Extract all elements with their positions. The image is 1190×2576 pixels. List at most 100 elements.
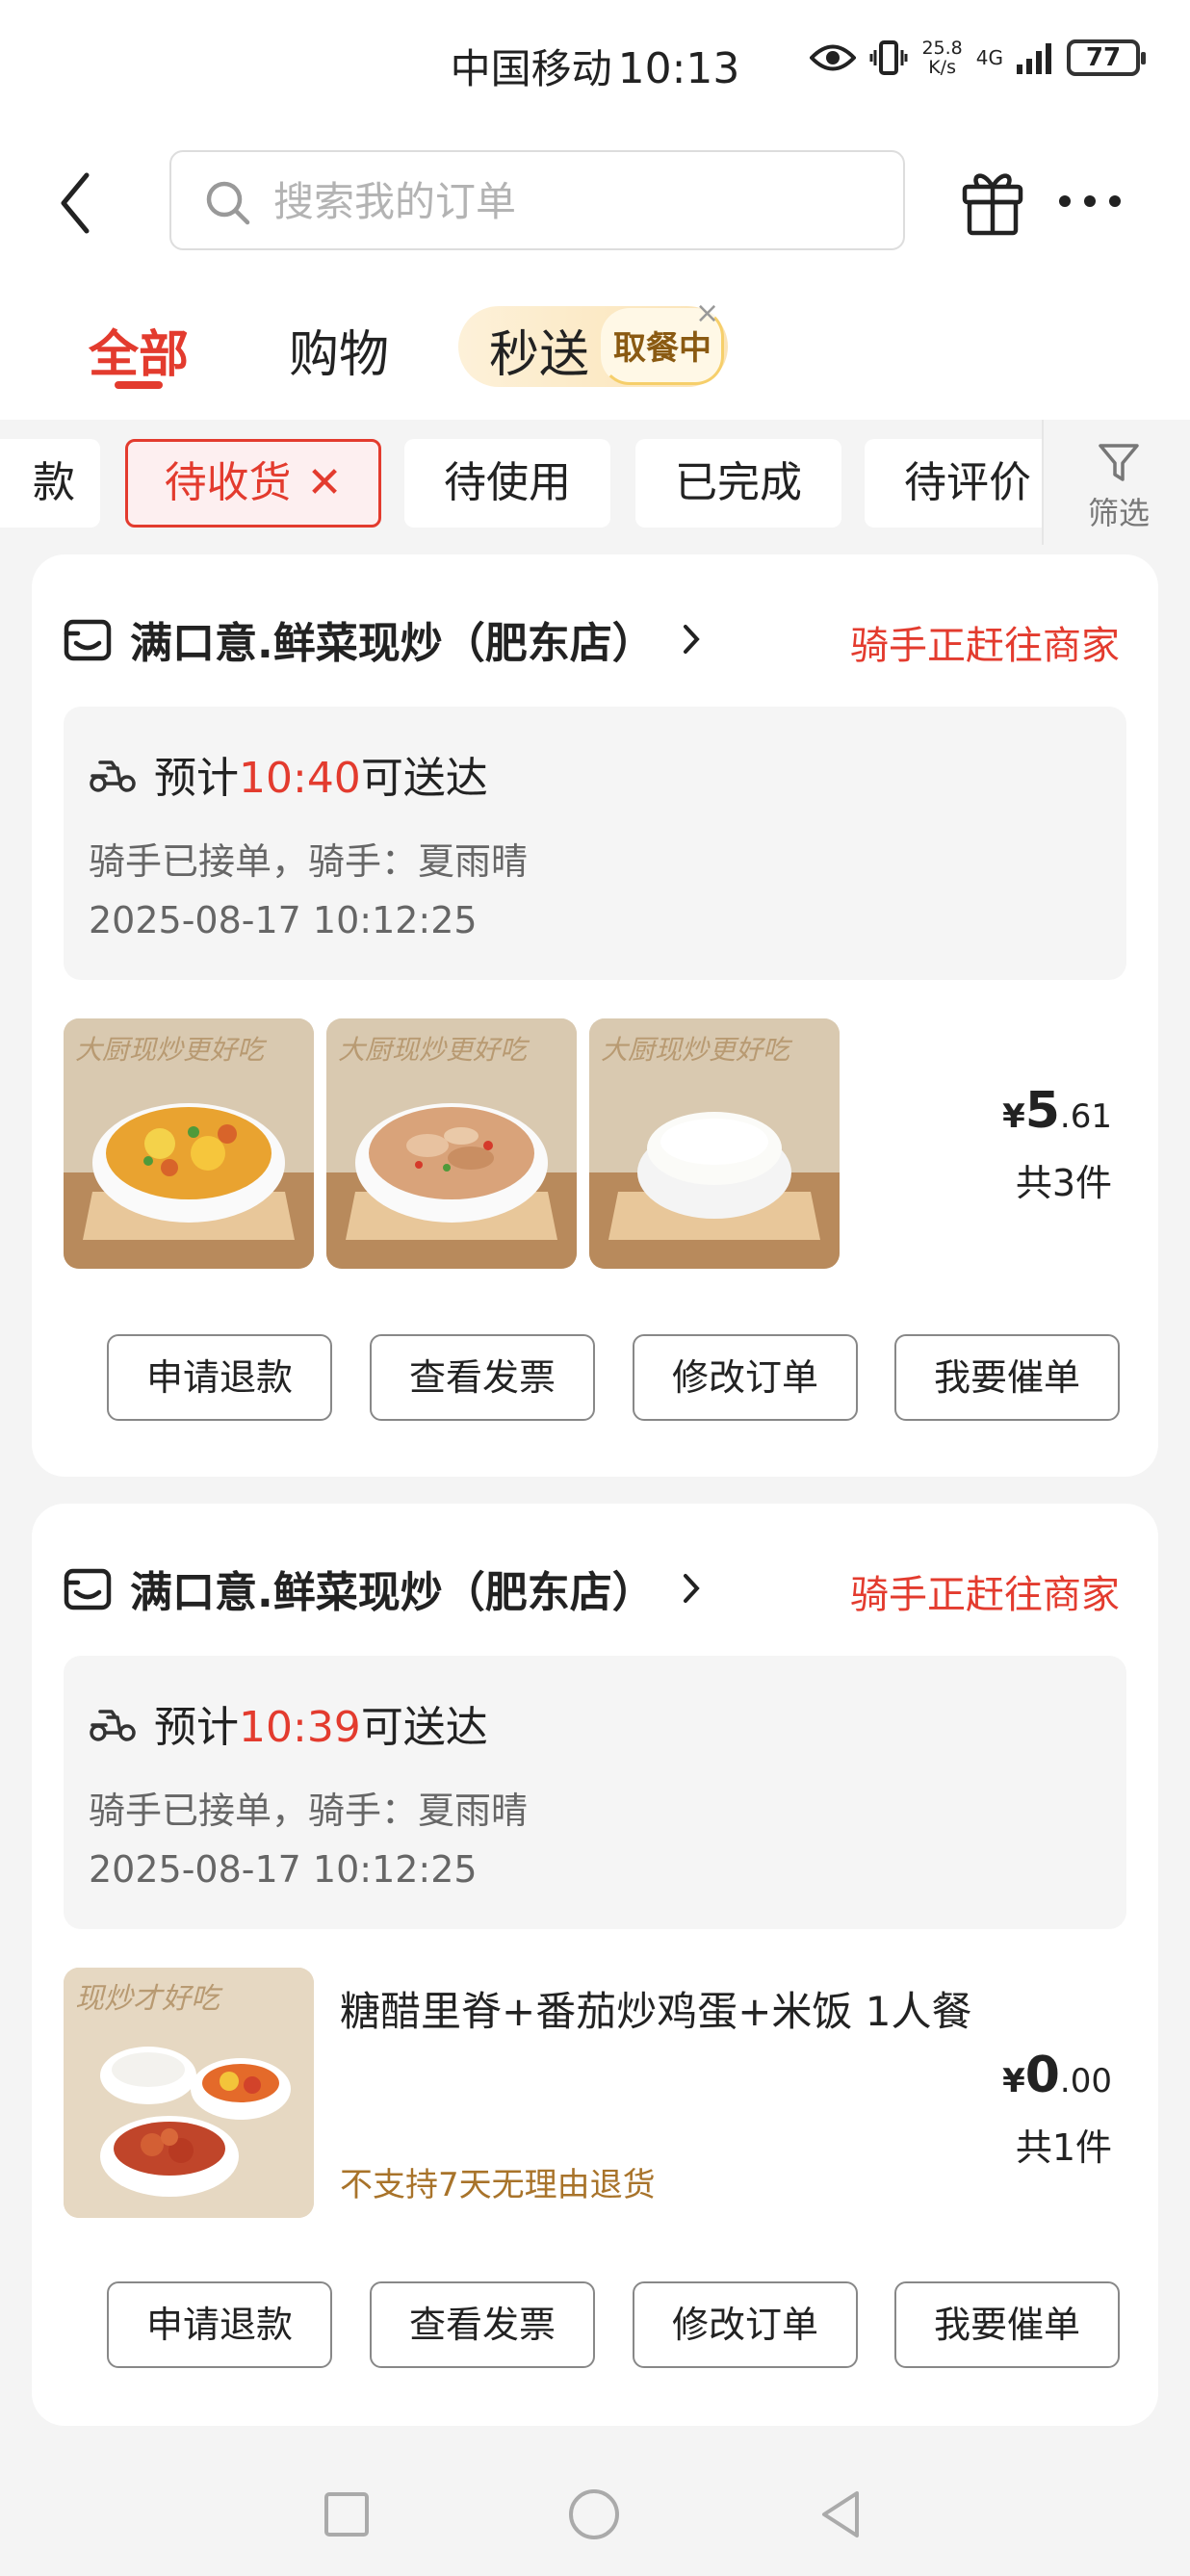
search-icon [206, 181, 250, 225]
product-thumbnail[interactable]: 大厨现炒更好吃 [64, 1018, 314, 1269]
price-decimal: .00 [1059, 2062, 1112, 2100]
filter-chip-to-use[interactable]: 待使用 [404, 439, 610, 528]
filter-label: 筛选 [1087, 495, 1150, 531]
price-amount: ¥5.61 [1002, 1082, 1112, 1140]
food-image-combo-meal: 现炒才好吃 [64, 1968, 314, 2218]
order-tabs: 全部 购物 秒送 取餐中 × [0, 275, 1190, 420]
filter-chip-completed[interactable]: 已完成 [635, 439, 841, 528]
eta-time: 10:39 [239, 1703, 361, 1752]
store-link[interactable]: 满口意.鲜菜现炒（肥东店） [63, 608, 701, 670]
filter-chip-to-review[interactable]: 待评价 [865, 439, 1071, 528]
order-status: 骑手正赶往商家 [850, 1573, 1120, 1617]
order-actions: 申请退款 查看发票 修改订单 我要催单 [107, 1334, 1120, 1423]
order-card[interactable]: 满口意.鲜菜现炒（肥东店） 骑手正赶往商家 预计10:39可送达 骑手已接单，骑… [32, 1504, 1158, 2426]
tab-flash-label: 秒送 [489, 326, 590, 384]
chevron-left-icon [61, 172, 90, 234]
eye-icon [810, 44, 857, 71]
order-actions: 申请退款 查看发票 修改订单 我要催单 [107, 2281, 1120, 2370]
gift-icon [962, 173, 1023, 236]
currency-symbol: ¥ [1002, 1097, 1025, 1136]
rider-info: 骑手已接单，骑手：夏雨晴 [89, 840, 529, 883]
order-card[interactable]: 满口意.鲜菜现炒（肥东店） 骑手正赶往商家 预计10:40可送达 骑手已接单，骑… [32, 554, 1158, 1477]
price-integer: 0 [1024, 2047, 1060, 2104]
rider-info: 骑手已接单，骑手：夏雨晴 [89, 1790, 529, 1832]
more-button[interactable] [1059, 187, 1136, 216]
product-title[interactable]: 糖醋里脊+番茄炒鸡蛋+米饭 1人餐 [340, 1987, 995, 2037]
network-type: 4G [975, 46, 1003, 69]
header [0, 131, 1190, 275]
item-count: 共3件 [1015, 1162, 1112, 1204]
order-price: ¥5.61 共3件 [1002, 1082, 1112, 1206]
signal-icon [1017, 43, 1051, 74]
product-thumbnail[interactable]: 大厨现炒更好吃 [326, 1018, 577, 1269]
clear-filter-icon[interactable]: ✕ [307, 458, 343, 507]
system-nav-bar [0, 2451, 1190, 2576]
more-dot [1084, 195, 1096, 207]
order-price: ¥0.00 共1件 [1002, 2047, 1112, 2171]
urge-order-button[interactable]: 我要催单 [894, 1334, 1120, 1421]
view-invoice-button[interactable]: 查看发票 [370, 1334, 595, 1421]
battery-indicator: 77 [1067, 39, 1146, 76]
product-thumbnail[interactable]: 大厨现炒更好吃 [589, 1018, 840, 1269]
net-speed-unit: K/s [928, 57, 956, 78]
tab-all[interactable]: 全部 [89, 314, 189, 386]
urge-order-button[interactable]: 我要催单 [894, 2281, 1120, 2368]
product-thumbnail[interactable]: 现炒才好吃 [64, 1968, 314, 2218]
order-status: 骑手正赶往商家 [850, 624, 1120, 668]
thumb-caption: 大厨现炒更好吃 [75, 1034, 268, 1066]
food-image-rice: 大厨现炒更好吃 [589, 1018, 840, 1269]
back-nav-icon[interactable] [815, 2487, 868, 2541]
chevron-right-icon [683, 1574, 700, 1603]
store-name: 满口意.鲜菜现炒（肥东店） [130, 619, 655, 668]
food-image-stir-fry-pork: 大厨现炒更好吃 [326, 1018, 577, 1269]
eta-prefix: 预计 [154, 754, 239, 803]
more-dot [1059, 195, 1071, 207]
net-speed-value: 25.8 [921, 38, 963, 59]
search-box[interactable] [169, 150, 905, 250]
price-decimal: .61 [1059, 1097, 1112, 1136]
recent-apps-icon[interactable] [320, 2487, 374, 2541]
store-name: 满口意.鲜菜现炒（肥东店） [130, 1568, 655, 1617]
status-bar: 中国移动 10:13 25.8 K/s 4G 77 [0, 0, 1190, 131]
delivery-info[interactable]: 预计10:39可送达 骑手已接单，骑手：夏雨晴 2025-08-17 10:12… [64, 1656, 1126, 1929]
eta-row: 预计10:40可送达 [89, 743, 488, 805]
return-policy-note: 不支持7天无理由退货 [340, 2166, 656, 2204]
scooter-icon [90, 1710, 136, 1741]
store-link[interactable]: 满口意.鲜菜现炒（肥东店） [63, 1558, 701, 1619]
food-image-scrambled-egg: 大厨现炒更好吃 [64, 1018, 314, 1269]
order-timestamp: 2025-08-17 10:12:25 [89, 1848, 478, 1891]
tab-flash-delivery[interactable]: 秒送 取餐中 [458, 306, 728, 387]
eta-prefix: 预计 [154, 1703, 239, 1752]
net-speed: 25.8 K/s [921, 39, 962, 77]
eta-text: 预计10:40可送达 [154, 743, 488, 805]
delivery-info[interactable]: 预计10:40可送达 骑手已接单，骑手：夏雨晴 2025-08-17 10:12… [64, 707, 1126, 980]
home-icon[interactable] [567, 2487, 621, 2541]
thumb-caption: 现炒才好吃 [75, 1982, 223, 2016]
active-tab-indicator [115, 381, 163, 389]
store-icon [64, 619, 112, 661]
clock: 10:13 [617, 44, 740, 93]
filter-chip-label: 待收货 [164, 458, 292, 507]
order-timestamp: 2025-08-17 10:12:25 [89, 899, 478, 941]
badge-close-icon[interactable]: × [695, 296, 719, 330]
tab-shopping[interactable]: 购物 [289, 314, 389, 386]
filter-chip-pending-receipt[interactable]: 待收货 ✕ [125, 439, 381, 528]
eta-suffix: 可送达 [360, 754, 488, 803]
search-input[interactable] [273, 173, 851, 229]
modify-order-button[interactable]: 修改订单 [633, 2281, 858, 2368]
request-refund-button[interactable]: 申请退款 [107, 2281, 332, 2368]
eta-row: 预计10:39可送达 [89, 1692, 488, 1754]
back-button[interactable] [56, 169, 114, 237]
filter-chip-partial[interactable]: 款 [0, 439, 100, 528]
request-refund-button[interactable]: 申请退款 [107, 1334, 332, 1421]
price-integer: 5 [1024, 1082, 1060, 1140]
store-icon [64, 1568, 112, 1610]
eta-time: 10:40 [239, 754, 361, 803]
item-count: 共1件 [1015, 2126, 1112, 2169]
view-invoice-button[interactable]: 查看发票 [370, 2281, 595, 2368]
filter-button[interactable]: 筛选 [1071, 443, 1167, 533]
price-amount: ¥0.00 [1002, 2047, 1112, 2104]
thumb-caption: 大厨现炒更好吃 [338, 1034, 530, 1066]
gift-button[interactable] [959, 164, 1026, 237]
modify-order-button[interactable]: 修改订单 [633, 1334, 858, 1421]
